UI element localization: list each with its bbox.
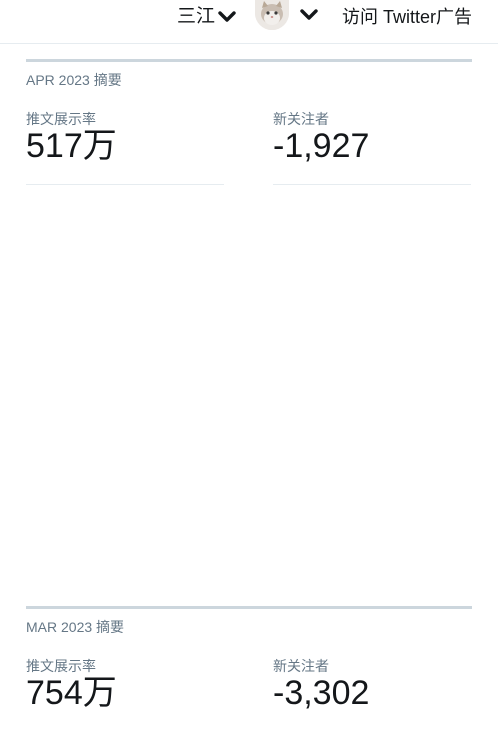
top-bar: 三江 访问 Twitter广告 (0, 0, 498, 44)
summary-mar-2023: MAR 2023 摘要 推文展示率 754万 新关注者 -3,302 (26, 606, 472, 756)
chevron-down-icon (218, 11, 236, 22)
chevron-down-icon (300, 9, 318, 20)
metrics-row: 推文展示率 517万 新关注者 -1,927 (26, 89, 472, 209)
metric-impressions: 推文展示率 517万 (26, 110, 224, 185)
metric-value: -3,302 (273, 674, 370, 712)
metric-label: 推文展示率 (26, 658, 96, 674)
summary-rule (26, 606, 472, 609)
twitter-ads-link[interactable]: 访问 Twitter广告 (342, 4, 472, 30)
account-name: 三江 (177, 6, 216, 27)
metric-label: 新关注者 (273, 111, 329, 127)
account-menu[interactable]: 三江 (177, 4, 236, 30)
avatar[interactable] (255, 0, 289, 30)
metric-label: 新关注者 (273, 658, 329, 674)
metric-new-followers: 新关注者 -3,302 (273, 657, 471, 711)
metric-value: 517万 (26, 127, 117, 165)
divider (273, 184, 471, 185)
metric-impressions: 推文展示率 754万 (26, 657, 224, 711)
summary-apr-2023: APR 2023 摘要 推文展示率 517万 新关注者 -1,927 (26, 59, 472, 209)
metric-value: -1,927 (273, 127, 370, 165)
metric-value: 754万 (26, 674, 117, 712)
summary-rule (26, 59, 472, 62)
cat-avatar-icon (255, 0, 289, 30)
divider (26, 184, 224, 185)
summary-title: MAR 2023 摘要 (26, 619, 125, 635)
metric-label: 推文展示率 (26, 111, 96, 127)
summary-title: APR 2023 摘要 (26, 72, 122, 88)
metrics-row: 推文展示率 754万 新关注者 -3,302 (26, 636, 472, 756)
avatar-menu[interactable] (255, 0, 318, 30)
metric-new-followers: 新关注者 -1,927 (273, 110, 471, 185)
